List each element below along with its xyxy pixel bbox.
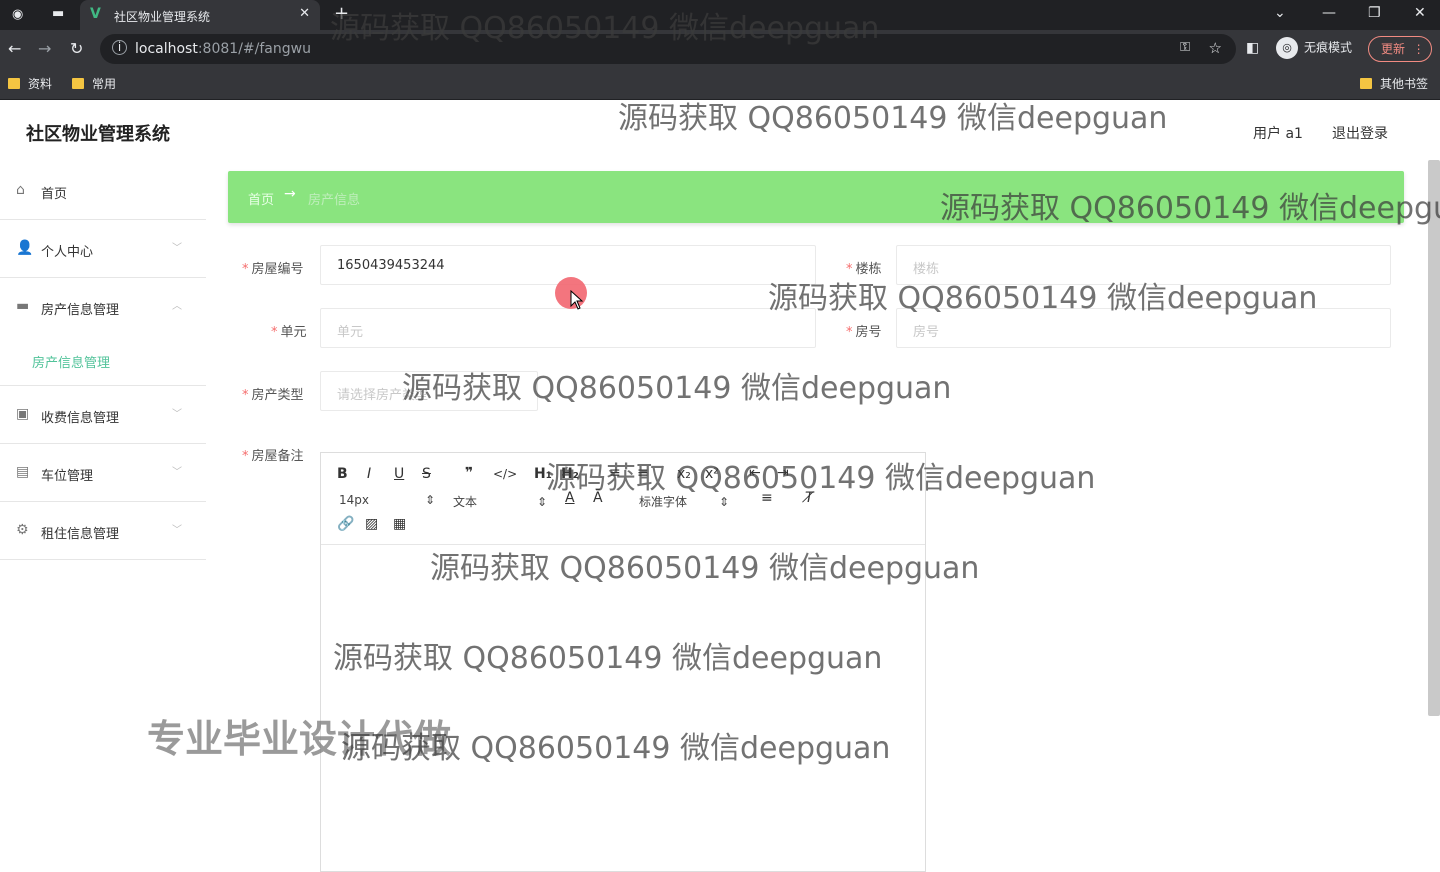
- breadcrumb-current: 房产信息: [308, 193, 361, 208]
- other-bookmarks[interactable]: 其他书签: [1360, 75, 1428, 92]
- bookmark-folder-changyong[interactable]: 常用: [72, 75, 116, 92]
- strikethrough-icon[interactable]: S: [422, 466, 431, 482]
- room-no-label: * 房号: [846, 325, 882, 340]
- house-no-label: * 房屋编号: [242, 262, 304, 277]
- home-icon: ⌂: [16, 182, 25, 198]
- user-icon: 👤: [16, 240, 34, 256]
- breadcrumb-arrow: →: [284, 186, 296, 202]
- bold-icon[interactable]: B: [337, 466, 348, 482]
- tab-search-icon[interactable]: ▬: [52, 6, 64, 21]
- sidebar-item-rental[interactable]: ⚙ 租住信息管理 ﹀: [0, 502, 206, 560]
- paragraph-select[interactable]: 文本 ⇕: [453, 493, 547, 510]
- watermark-text: 源码获取 QQ86050149 微信deepguan: [341, 731, 891, 766]
- link-icon[interactable]: 🔗: [337, 516, 354, 532]
- chevron-down-icon: ﹀: [172, 409, 182, 420]
- code-block-icon[interactable]: </>: [493, 467, 517, 481]
- document-icon: ▤: [16, 464, 30, 480]
- side-panel-icon[interactable]: ◧: [1246, 40, 1259, 56]
- watermark-text: 源码获取 QQ86050149 微信deepguan: [402, 371, 952, 406]
- sidebar-item-label: 首页: [41, 187, 68, 202]
- folder-icon: [72, 78, 84, 89]
- reload-icon[interactable]: ↻: [70, 39, 83, 58]
- sidebar-item-label: 收费信息管理: [41, 411, 120, 426]
- user-label: 用户 a1: [1253, 126, 1303, 142]
- vue-icon: V: [90, 6, 101, 22]
- bookmark-folder-ziliao[interactable]: 资料: [8, 75, 52, 92]
- italic-icon[interactable]: I: [367, 466, 371, 482]
- sidebar-item-parking[interactable]: ▤ 车位管理 ﹀: [0, 444, 206, 502]
- url-text[interactable]: localhost:8081/#/fangwu: [135, 41, 311, 57]
- chevron-down-icon: ﹀: [172, 467, 182, 478]
- sidebar-item-label: 租住信息管理: [41, 527, 120, 542]
- sidebar-item-label: 房产信息管理: [41, 303, 120, 318]
- unit-input[interactable]: 单元: [320, 308, 816, 348]
- image-icon[interactable]: ▨: [365, 516, 378, 532]
- mouse-cursor-icon: [570, 290, 584, 310]
- briefcase-icon: ▣: [16, 406, 30, 422]
- settings-icon: ⚙: [16, 522, 29, 538]
- video-icon[interactable]: ▦: [393, 516, 406, 532]
- app-title: 社区物业管理系统: [26, 124, 170, 145]
- watermark-text: 源码获取 QQ86050149 微信deepguan: [546, 461, 1096, 496]
- watermark-text: 源码获取 QQ86050149 微信deepguan: [430, 551, 980, 586]
- bookmark-star-icon[interactable]: ☆: [1209, 39, 1222, 57]
- update-button[interactable]: 更新 ⋮: [1368, 36, 1432, 62]
- minimize-icon[interactable]: —: [1322, 5, 1336, 21]
- watermark-text: 源码获取 QQ86050149 微信deepgu: [940, 191, 1440, 226]
- folder-icon: [1360, 78, 1372, 89]
- sidebar-item-fee-management[interactable]: ▣ 收费信息管理 ﹀: [0, 386, 206, 444]
- underline-icon[interactable]: U: [394, 466, 404, 482]
- info-icon[interactable]: i: [112, 40, 127, 55]
- monitor-icon: ▬: [16, 298, 30, 314]
- watermark-text: 源码获取 QQ86050149 微信deepguan: [333, 641, 883, 676]
- chevron-down-icon: ﹀: [172, 525, 182, 536]
- watermark-text: 源码获取 QQ86050149 微信deepguan: [618, 101, 1168, 136]
- sidebar-item-home[interactable]: ⌂ 首页: [0, 162, 206, 220]
- page-scrollbar[interactable]: [1428, 160, 1440, 716]
- watermark-text: 源码获取 QQ86050149 微信deepguan: [330, 11, 880, 46]
- blockquote-icon[interactable]: ❞: [465, 465, 473, 481]
- incognito-indicator[interactable]: ◎ 无痕模式: [1276, 37, 1352, 59]
- maximize-icon[interactable]: ❐: [1368, 5, 1381, 21]
- breadcrumb-home[interactable]: 首页: [248, 189, 274, 208]
- remark-label: * 房屋备注: [242, 449, 304, 464]
- browser-tab[interactable]: V 社区物业管理系统 ✕: [80, 0, 320, 30]
- unit-label: * 单元: [271, 325, 307, 340]
- tab-list-icon[interactable]: ⌄: [1274, 5, 1286, 21]
- window-close-icon[interactable]: ✕: [1414, 5, 1426, 21]
- chevron-down-icon: ﹀: [172, 243, 182, 254]
- sidebar-item-label: 个人中心: [41, 245, 94, 260]
- sidebar-menu: ⌂ 首页 👤 个人中心 ﹀ ▬ 房产信息管理 ︿ 房产信息管理 ▣ 收费信息管理…: [0, 162, 206, 560]
- forward-icon[interactable]: →: [38, 39, 51, 58]
- sidebar-item-personal-center[interactable]: 👤 个人中心 ﹀: [0, 220, 206, 278]
- globe-icon[interactable]: ◉: [12, 7, 23, 22]
- logout-link[interactable]: 退出登录: [1332, 123, 1388, 143]
- tab-title: 社区物业管理系统: [114, 10, 211, 24]
- close-tab-icon[interactable]: ✕: [299, 6, 310, 21]
- back-icon[interactable]: ←: [8, 39, 21, 58]
- sidebar-item-label: 车位管理: [41, 469, 94, 484]
- sidebar-item-property-management[interactable]: ▬ 房产信息管理 ︿: [0, 278, 206, 336]
- sidebar-subitem-label: 房产信息管理: [32, 356, 111, 371]
- house-type-label: * 房产类型: [242, 388, 304, 403]
- chevron-up-icon: ︿: [172, 301, 182, 312]
- incognito-icon: ◎: [1276, 37, 1298, 59]
- sidebar-subitem-property-management[interactable]: 房产信息管理: [0, 336, 206, 386]
- key-icon[interactable]: ⚿: [1180, 40, 1190, 55]
- font-size-select[interactable]: 14px ⇕: [339, 493, 435, 507]
- folder-icon: [8, 78, 20, 89]
- watermark-text: 源码获取 QQ86050149 微信deepguan: [768, 281, 1318, 316]
